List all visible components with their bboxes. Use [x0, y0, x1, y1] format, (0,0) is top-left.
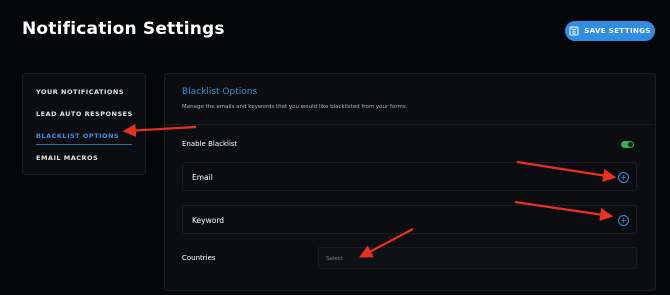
toggle-knob	[628, 142, 633, 147]
blacklist-options-panel: Blacklist Options Manage the emails and …	[164, 73, 656, 291]
sidebar-item-email-macros[interactable]: EMAIL MACROS	[36, 154, 98, 162]
panel-description: Manage the emails and keywords that you …	[182, 104, 408, 110]
enable-blacklist-label: Enable Blacklist	[182, 140, 238, 148]
enable-blacklist-toggle[interactable]	[621, 141, 634, 148]
keyword-label: Keyword	[192, 216, 225, 225]
panel-title: Blacklist Options	[182, 87, 258, 97]
save-settings-label: SAVE SETTINGS	[584, 27, 651, 35]
panel-divider	[165, 124, 655, 125]
add-keyword-plus-icon[interactable]: +	[618, 215, 629, 226]
sidebar-item-your-notifications[interactable]: YOUR NOTIFICATIONS	[36, 88, 124, 96]
sidebar-item-lead-auto-responses[interactable]: LEAD AUTO RESPONSES	[36, 110, 133, 118]
countries-select-placeholder: Select	[326, 256, 343, 262]
page-title: Notification Settings	[22, 19, 225, 39]
sidebar-item-blacklist-options[interactable]: BLACKLIST OPTIONS	[36, 132, 119, 140]
countries-label: Countries	[182, 254, 216, 262]
save-icon	[569, 26, 579, 36]
email-row: Email +	[182, 162, 637, 191]
save-settings-button[interactable]: SAVE SETTINGS	[565, 21, 655, 41]
active-item-underline	[36, 144, 132, 145]
email-label: Email	[192, 173, 213, 182]
keyword-row: Keyword +	[182, 205, 637, 234]
countries-select[interactable]: Select	[318, 247, 637, 269]
add-email-plus-icon[interactable]: +	[618, 172, 629, 183]
settings-sidebar: YOUR NOTIFICATIONS LEAD AUTO RESPONSES B…	[22, 73, 146, 175]
